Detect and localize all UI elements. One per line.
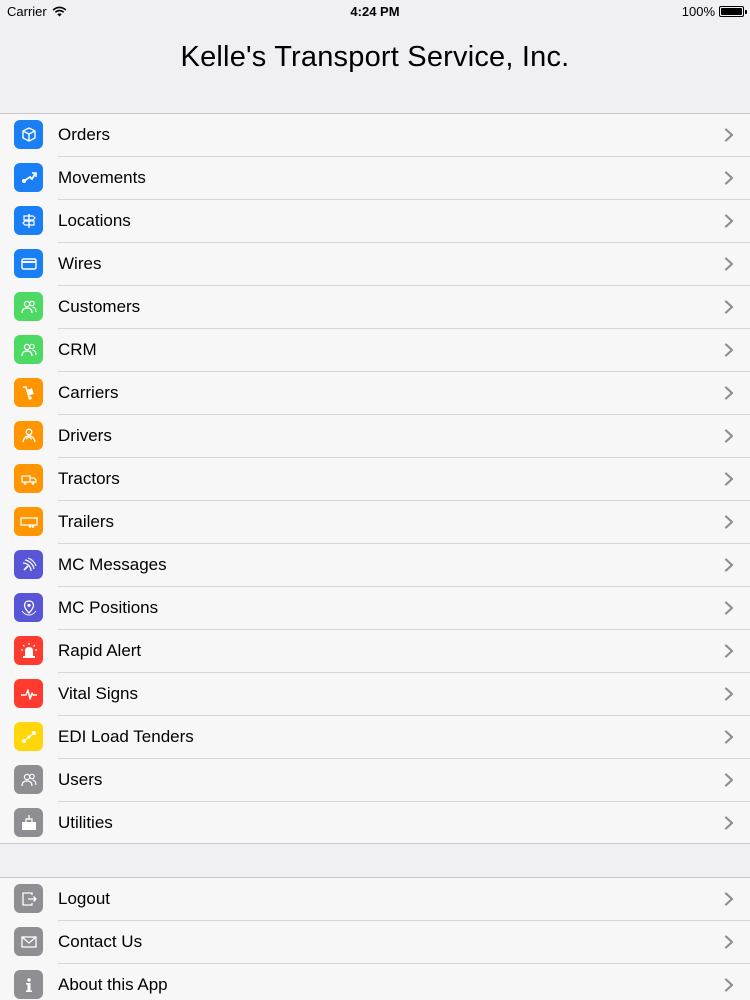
menu-item-locations[interactable]: Locations <box>0 200 750 243</box>
chevron-right-icon <box>724 644 734 658</box>
menu-item-label: Customers <box>58 297 141 316</box>
siren-icon <box>14 636 43 665</box>
chevron-right-icon <box>724 214 734 228</box>
chevron-right-icon <box>724 257 734 271</box>
menu-item-edi-load-tenders[interactable]: EDI Load Tenders <box>0 716 750 759</box>
chevron-right-icon <box>724 515 734 529</box>
menu-item-label: Logout <box>58 889 110 908</box>
link-nodes-icon <box>14 722 43 751</box>
chevron-right-icon <box>724 730 734 744</box>
menu-item-label: Utilities <box>58 813 113 832</box>
menu-item-drivers[interactable]: Drivers <box>0 415 750 458</box>
battery-icon <box>719 6 747 17</box>
chevron-right-icon <box>724 935 734 949</box>
menu-item-carriers[interactable]: Carriers <box>0 372 750 415</box>
info-icon <box>14 970 43 999</box>
menu-item-label: CRM <box>58 340 97 359</box>
route-icon <box>14 163 43 192</box>
main-menu-list: Orders Movements Locations Wires Customers CR… <box>0 114 750 845</box>
menu-item-movements[interactable]: Movements <box>0 157 750 200</box>
envelope-icon <box>14 927 43 956</box>
menu-item-contact-us[interactable]: Contact Us <box>0 921 750 964</box>
menu-item-label: Orders <box>58 125 110 144</box>
chevron-right-icon <box>724 300 734 314</box>
card-icon <box>14 249 43 278</box>
app-header: Kelle's Transport Service, Inc. <box>0 22 750 114</box>
menu-item-label: EDI Load Tenders <box>58 727 194 746</box>
menu-item-label: Tractors <box>58 469 120 488</box>
chevron-right-icon <box>724 558 734 572</box>
chevron-right-icon <box>724 892 734 906</box>
chevron-right-icon <box>724 773 734 787</box>
menu-item-orders[interactable]: Orders <box>0 114 750 157</box>
menu-item-label: About this App <box>58 975 168 994</box>
menu-item-label: Trailers <box>58 512 115 531</box>
menu-item-mc-messages[interactable]: MC Messages <box>0 544 750 587</box>
map-pin-icon <box>14 593 43 622</box>
menu-item-label: Carriers <box>58 383 119 402</box>
menu-item-label: MC Messages <box>58 555 167 574</box>
status-bar: Carrier 4:24 PM 100% <box>0 0 750 22</box>
menu-item-label: Rapid Alert <box>58 641 142 660</box>
menu-item-utilities[interactable]: Utilities <box>0 802 750 845</box>
chevron-right-icon <box>724 978 734 992</box>
chevron-right-icon <box>724 472 734 486</box>
toolbox-icon <box>14 808 43 837</box>
people-icon <box>14 292 43 321</box>
menu-item-about-this-app[interactable]: About this App <box>0 964 750 1000</box>
battery-percent: 100% <box>681 4 715 19</box>
tractor-icon <box>14 464 43 493</box>
driver-icon <box>14 421 43 450</box>
menu-item-rapid-alert[interactable]: Rapid Alert <box>0 630 750 673</box>
chevron-right-icon <box>724 816 734 830</box>
secondary-menu-list: Logout Contact Us About this App <box>0 877 750 1000</box>
menu-item-label: Vital Signs <box>58 684 139 703</box>
chevron-right-icon <box>724 687 734 701</box>
trailer-icon <box>14 507 43 536</box>
box-icon <box>14 120 43 149</box>
menu-item-crm[interactable]: CRM <box>0 329 750 372</box>
chevron-right-icon <box>724 128 734 142</box>
people-icon <box>14 765 43 794</box>
chevron-right-icon <box>724 386 734 400</box>
battery-indicator: 100% <box>681 4 747 19</box>
chevron-right-icon <box>724 343 734 357</box>
chevron-right-icon <box>724 601 734 615</box>
menu-item-label: Movements <box>58 168 146 187</box>
satellite-icon <box>14 550 43 579</box>
page-title: Kelle's Transport Service, Inc. <box>180 41 570 73</box>
logout-icon <box>14 884 43 913</box>
menu-item-wires[interactable]: Wires <box>0 243 750 286</box>
menu-item-customers[interactable]: Customers <box>0 286 750 329</box>
menu-item-label: Locations <box>58 211 131 230</box>
pulse-icon <box>14 679 43 708</box>
chevron-right-icon <box>724 429 734 443</box>
menu-item-users[interactable]: Users <box>0 759 750 802</box>
menu-item-logout[interactable]: Logout <box>0 878 750 921</box>
hand-truck-icon <box>14 378 43 407</box>
menu-item-trailers[interactable]: Trailers <box>0 501 750 544</box>
section-divider <box>0 843 750 877</box>
menu-item-label: Contact Us <box>58 932 143 951</box>
signpost-icon <box>14 206 43 235</box>
clock: 4:24 PM <box>350 4 400 19</box>
menu-item-tractors[interactable]: Tractors <box>0 458 750 501</box>
menu-item-mc-positions[interactable]: MC Positions <box>0 587 750 630</box>
menu-item-label: Drivers <box>58 426 112 445</box>
people-icon <box>14 335 43 364</box>
chevron-right-icon <box>724 171 734 185</box>
menu-item-label: MC Positions <box>58 598 159 617</box>
menu-item-label: Users <box>58 770 103 789</box>
menu-item-vital-signs[interactable]: Vital Signs <box>0 673 750 716</box>
menu-item-label: Wires <box>58 254 102 273</box>
